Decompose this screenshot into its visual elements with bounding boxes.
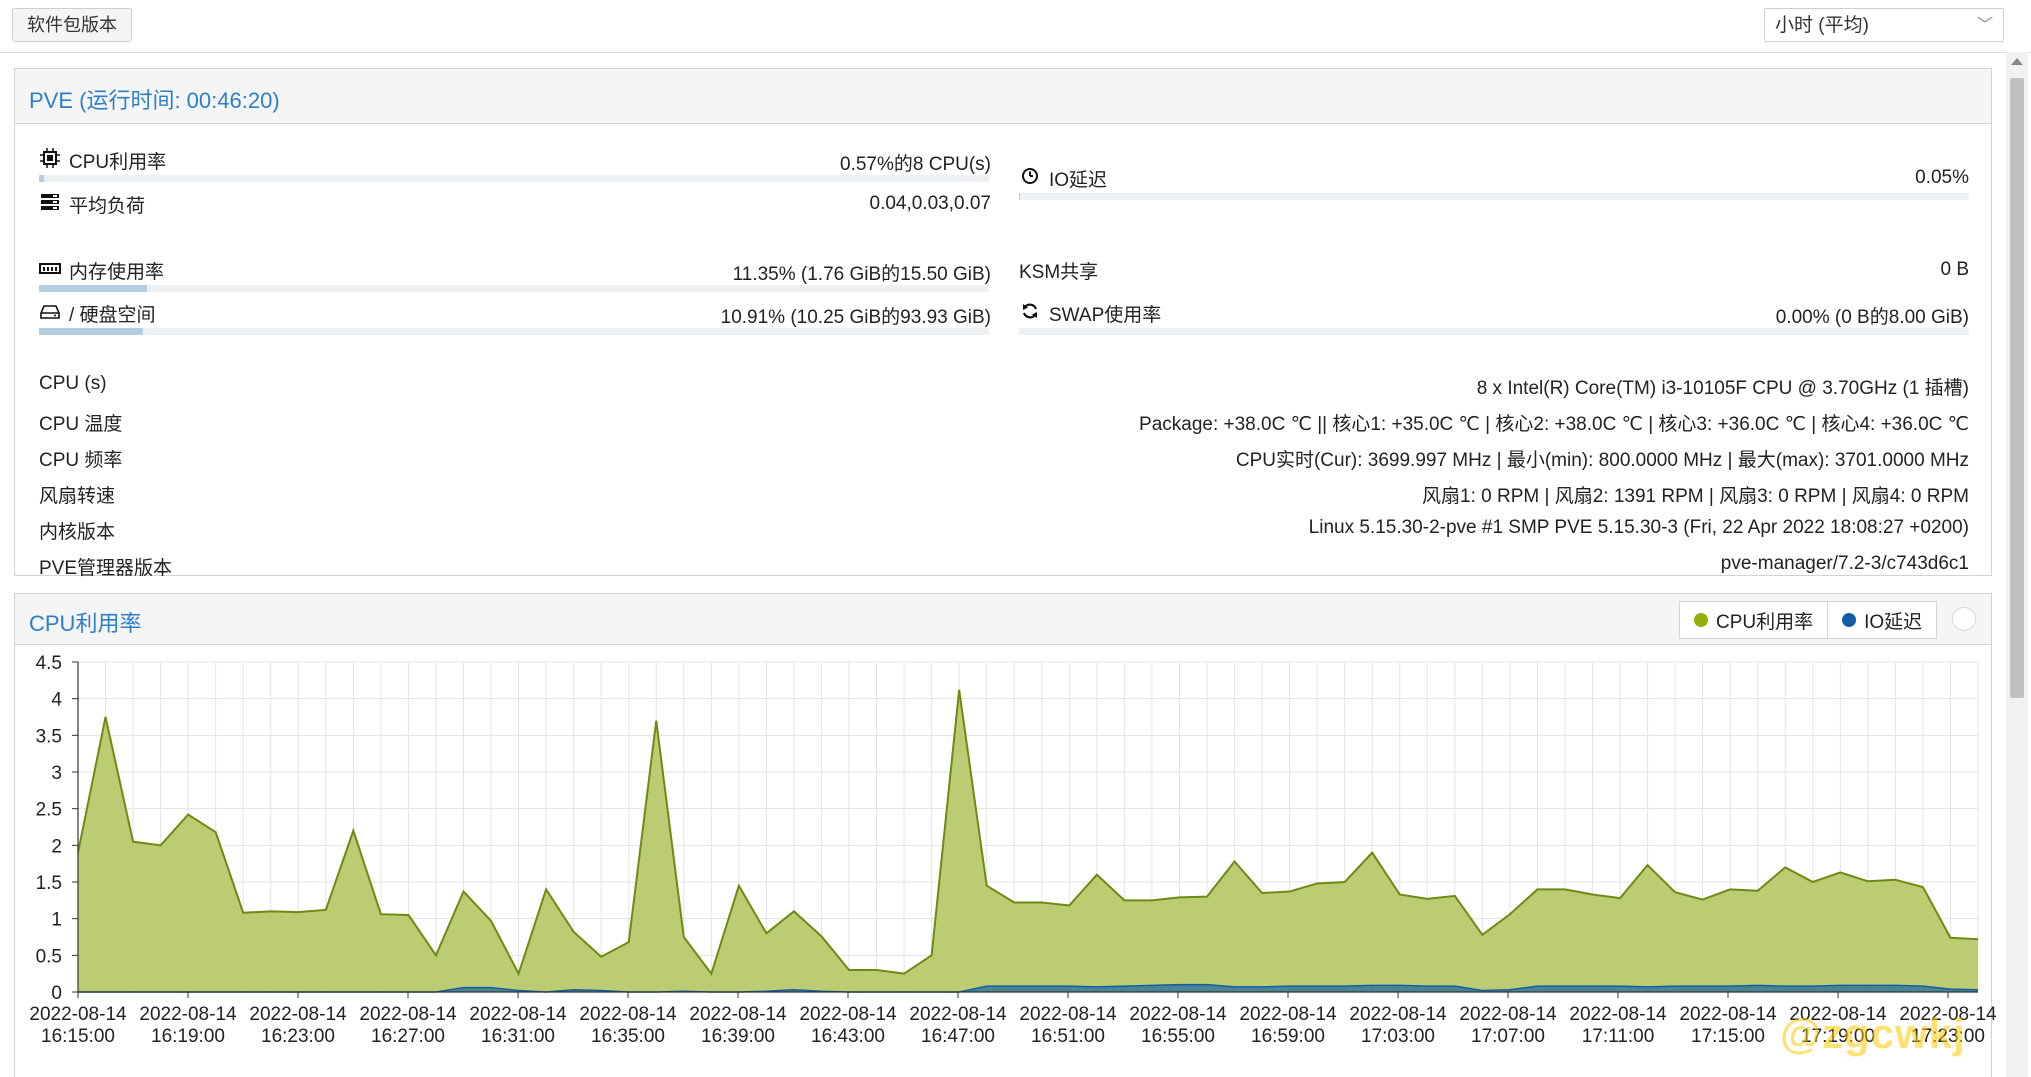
timeframe-select-value: 小时 (平均) — [1775, 15, 1869, 36]
cpu-chip-icon — [39, 147, 61, 174]
scroll-up-arrow-icon[interactable] — [2011, 58, 2023, 65]
node-summary-panel: PVE (运行时间: 00:46:20) CPU利用率 0.57%的8 CPU(… — [14, 68, 1992, 579]
chevron-down-icon: ﹀ — [1976, 17, 1993, 34]
info-value-cpus: 8 x Intel(R) Core(TM) i3-10105F CPU @ 3.… — [1476, 378, 1969, 399]
legend-item-io-delay[interactable]: IO延迟 — [1827, 602, 1936, 638]
top-toolbar: 软件包版本 小时 (平均) ﹀ — [0, 0, 2031, 53]
memory-usage-bar-fill — [39, 285, 147, 292]
legend-label-cpu-usage: CPU利用率 — [1716, 611, 1814, 633]
info-label-cpu-freq: CPU 频率 — [39, 450, 123, 471]
ksm-sharing-label: KSM共享 — [1019, 257, 1098, 284]
server-stack-icon — [39, 193, 61, 216]
disk-space-label: / 硬盘空间 — [39, 300, 156, 327]
cpu-usage-bar — [39, 175, 989, 182]
legend-dot-io-delay — [1842, 613, 1857, 627]
refresh-icon — [1019, 302, 1041, 325]
info-label-cpus: CPU (s) — [39, 373, 107, 394]
timeframe-select[interactable]: 小时 (平均) ﹀ — [1764, 8, 2004, 42]
memory-usage-label-text: 内存使用率 — [69, 262, 165, 283]
cpu-chart-title: CPU利用率 — [29, 611, 142, 636]
io-delay-label-text: IO延迟 — [1049, 170, 1108, 191]
info-value-pve-manager: pve-manager/7.2-3/c743d6c1 — [1720, 553, 1969, 574]
io-delay-label: IO延迟 — [1019, 165, 1107, 192]
cpu-usage-chart-panel: CPU利用率 — [14, 593, 1992, 1077]
info-value-fan-speed: 风扇1: 0 RPM | 风扇2: 1391 RPM | 风扇3: 0 RPM … — [1422, 486, 1969, 507]
scrollbar-thumb[interactable] — [2010, 78, 2024, 698]
node-summary-header: PVE (运行时间: 00:46:20) — [15, 69, 1991, 124]
undo-zoom-icon[interactable] — [1952, 607, 1976, 631]
legend-dot-cpu-usage — [1694, 613, 1708, 627]
node-summary-title: PVE (运行时间: 00:46:20) — [29, 88, 280, 113]
watermark: @zgcwkj — [1780, 1010, 1966, 1057]
info-label-kernel: 内核版本 — [39, 522, 116, 543]
cpu-usage-label: CPU利用率 — [39, 147, 166, 174]
cpu-usage-bar-fill — [39, 175, 45, 182]
chart-legend: CPU利用率 IO延迟 — [1679, 601, 1938, 639]
io-delay-value: 0.05% — [1915, 167, 1969, 188]
load-average-label-text: 平均负荷 — [69, 196, 146, 217]
info-label-fan-speed: 风扇转速 — [39, 486, 116, 507]
hdd-icon — [39, 303, 61, 324]
page-scrollbar[interactable] — [2006, 52, 2028, 1077]
legend-label-io-delay: IO延迟 — [1864, 611, 1923, 633]
legend-item-cpu-usage[interactable]: CPU利用率 — [1680, 602, 1827, 638]
swap-usage-bar — [1019, 328, 1969, 335]
cpu-usage-value: 0.57%的8 CPU(s) — [840, 154, 991, 175]
disk-space-value: 10.91% (10.25 GiB的93.93 GiB) — [720, 307, 991, 328]
ksm-sharing-value: 0 B — [1940, 259, 1969, 280]
info-label-pve-manager: PVE管理器版本 — [39, 558, 173, 579]
disk-space-label-text: / 硬盘空间 — [69, 305, 156, 326]
cpu-usage-label-text: CPU利用率 — [69, 152, 167, 173]
info-label-cpu-temp: CPU 温度 — [39, 414, 123, 435]
swap-usage-value: 0.00% (0 B的8.00 GiB) — [1775, 307, 1969, 328]
info-value-kernel: Linux 5.15.30-2-pve #1 SMP PVE 5.15.30-3… — [1308, 517, 1969, 538]
memory-usage-label: 内存使用率 — [39, 257, 164, 284]
ksm-sharing-label-text: KSM共享 — [1019, 262, 1099, 283]
info-value-cpu-freq: CPU实时(Cur): 3699.997 MHz | 最小(min): 800.… — [1235, 450, 1969, 471]
info-value-cpu-temp: Package: +38.0C ℃ || 核心1: +35.0C ℃ | 核心2… — [1139, 414, 1969, 435]
memory-module-icon — [39, 260, 61, 281]
package-versions-button[interactable]: 软件包版本 — [12, 8, 132, 42]
memory-usage-bar — [39, 285, 989, 292]
disk-space-bar-fill — [39, 328, 143, 335]
load-average-label: 平均负荷 — [39, 191, 145, 218]
load-average-value: 0.04,0.03,0.07 — [869, 193, 992, 214]
memory-usage-value: 11.35% (1.76 GiB的15.50 GiB) — [732, 264, 991, 285]
swap-usage-label: SWAP使用率 — [1019, 300, 1161, 327]
swap-usage-label-text: SWAP使用率 — [1049, 305, 1162, 326]
clock-icon — [1019, 167, 1041, 190]
io-delay-bar — [1019, 193, 1969, 200]
disk-space-bar — [39, 328, 989, 335]
